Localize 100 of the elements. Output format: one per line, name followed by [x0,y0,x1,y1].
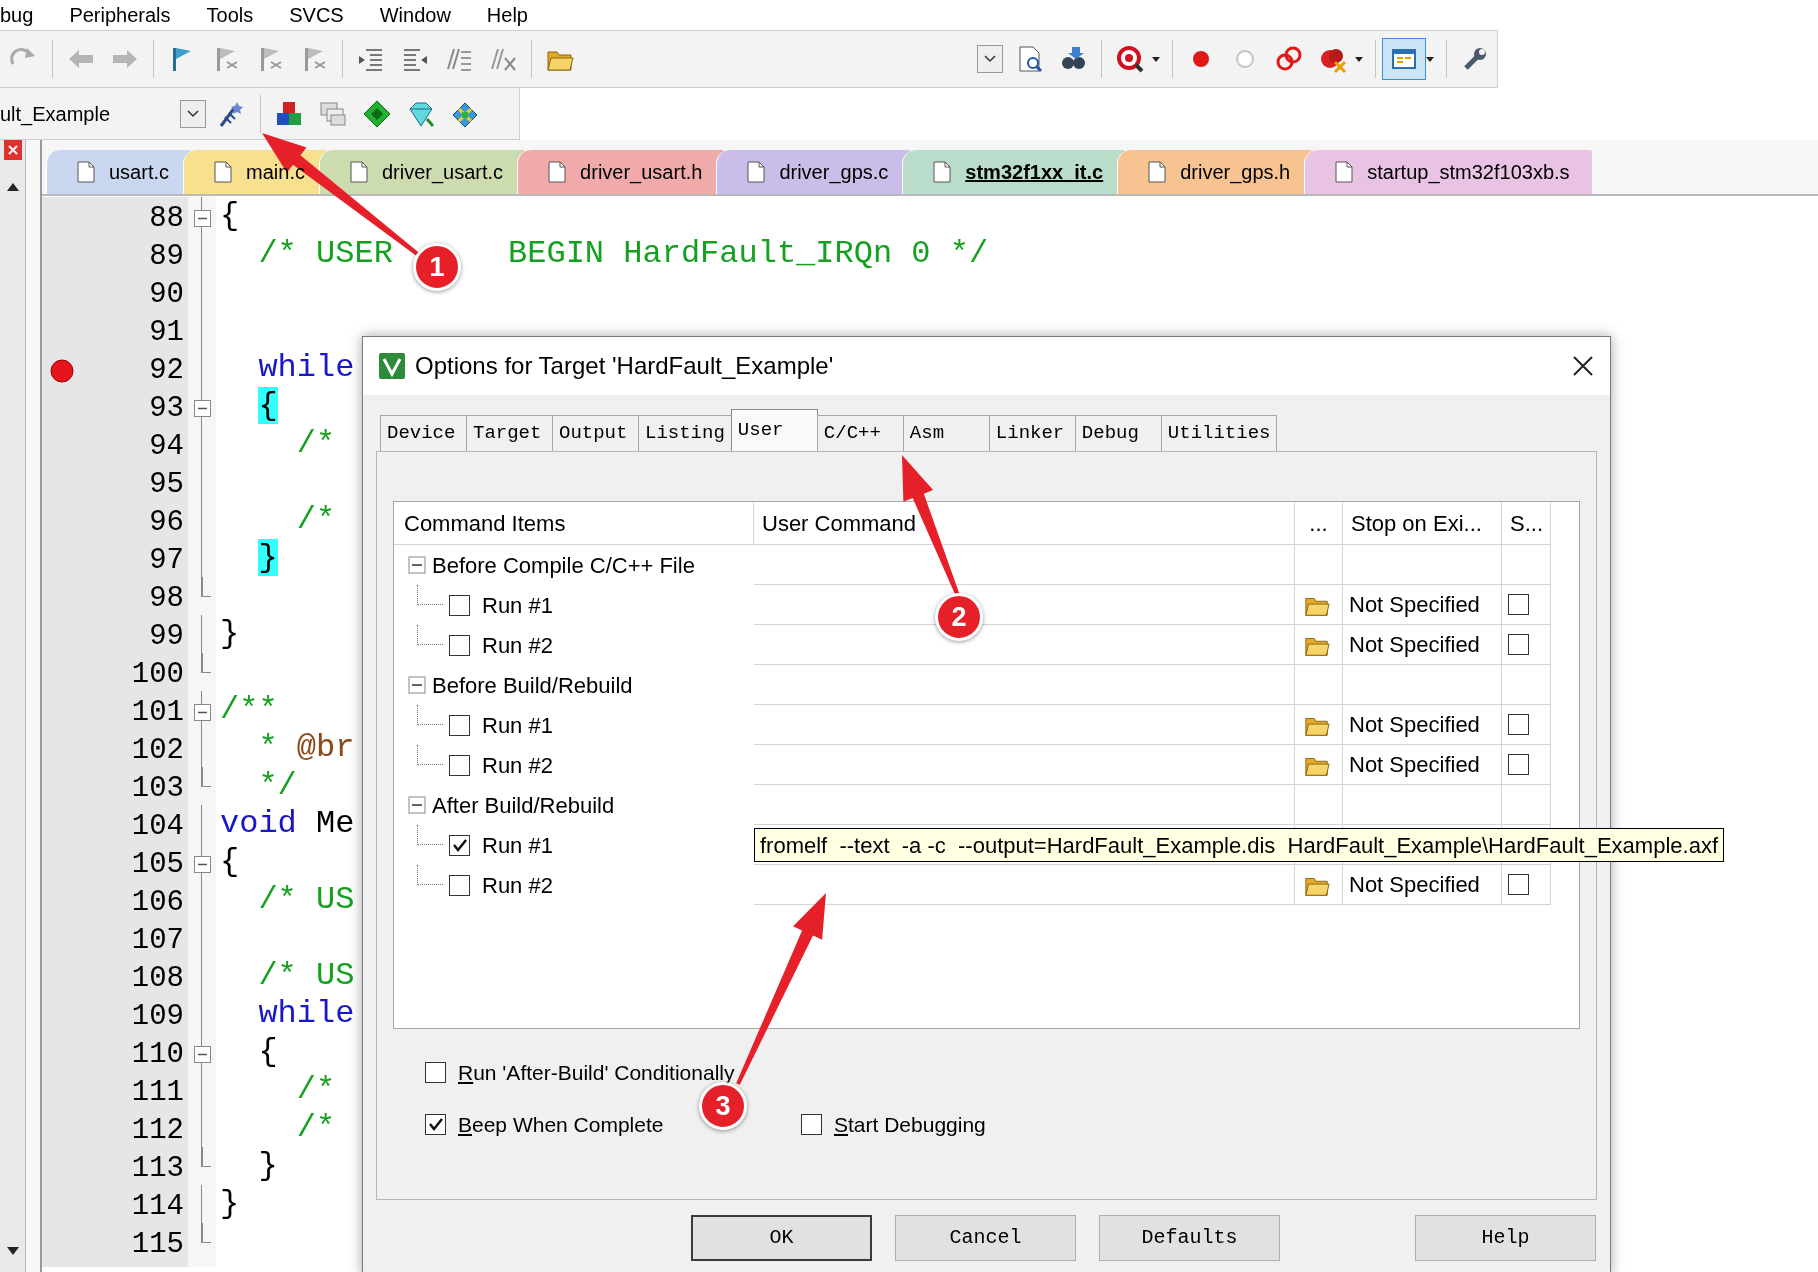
code-text: } [258,539,278,576]
checkbox[interactable] [449,874,470,896]
code-text: /* USER [258,235,393,272]
dialog-button[interactable]: OK [691,1215,872,1261]
group-label: After Build/Rebuild [432,791,615,820]
code-text: while [258,349,355,386]
expander-icon[interactable] [408,796,426,814]
fold-icon[interactable] [193,1046,211,1064]
menu-item[interactable]: Peripherals [69,0,171,30]
caret-icon[interactable] [1355,56,1363,62]
file-tab[interactable]: usart.c [46,150,192,194]
dialog-tab[interactable]: Utilities [1160,415,1278,451]
menu-item[interactable]: Tools [206,0,254,30]
splitter-bar[interactable] [26,140,42,1272]
line-number: 101 [131,695,184,731]
checkbox[interactable] [1508,634,1529,655]
dialog-button[interactable]: Defaults [1099,1215,1280,1261]
checkbox[interactable] [449,754,470,776]
caret-icon[interactable] [1152,56,1160,62]
code-text: /* [296,1071,336,1108]
checkbox[interactable] [1508,874,1529,895]
menu-item[interactable]: Window [379,0,451,30]
checkbox[interactable] [1508,594,1529,615]
file-tab[interactable]: driver_gps.h [1117,150,1313,194]
code-text: /* [296,425,336,462]
tree-connector [417,865,443,885]
fold-icon[interactable] [193,210,211,228]
stop-on-exit-value: Not Specified [1349,711,1480,739]
menu-item[interactable]: Help [486,0,528,30]
line-number: 114 [131,1189,184,1225]
column-header[interactable]: S... [1502,502,1551,545]
expander-icon[interactable] [408,556,426,574]
file-tab[interactable]: driver_usart.c [318,150,526,194]
stop-on-exit-value: Not Specified [1349,751,1480,779]
dialog-tab[interactable]: Device [380,415,467,451]
file-icon [1148,161,1167,183]
chevron-icon[interactable] [984,55,996,63]
code-text: { [220,197,240,234]
option-label: Start Debugging [834,1111,986,1138]
menu-item[interactable]: bug [0,0,34,30]
checkbox[interactable] [425,1062,446,1084]
code-text: { [258,387,278,424]
line-number: 97 [149,543,184,579]
magnifier-icon[interactable] [1115,44,1145,74]
checkbox[interactable] [449,634,470,656]
fold-icon[interactable] [193,856,211,874]
diamond-icon[interactable] [362,98,392,129]
checkbox[interactable] [1508,714,1529,735]
line-number: 89 [149,239,184,275]
close-icon[interactable] [1572,355,1594,377]
line-number: 111 [131,1075,184,1111]
checkbox[interactable] [449,714,470,736]
code-text: @br [296,729,355,766]
file-icon [933,161,952,183]
checkbox[interactable] [425,1113,446,1135]
line-number: 113 [131,1151,184,1187]
line-number: 100 [131,657,184,693]
scrollbar[interactable] [0,140,26,1272]
menu-item[interactable]: SVCS [289,0,344,30]
column-header[interactable]: ... [1295,502,1343,545]
checkbox[interactable] [1508,754,1529,775]
checkbox[interactable] [801,1113,822,1135]
code-text: /* [296,1109,336,1146]
caret-icon[interactable] [1426,56,1434,62]
group-label: Before Compile C/C++ File [432,551,695,580]
tooltip: fromelf --text -a -c --output=HardFault_Example.dis HardFault_Example\HardFault_Example.axf [754,828,1724,862]
code-text: while [258,995,355,1032]
group-label: Before Build/Rebuild [432,671,633,700]
dialog-button[interactable]: Help [1415,1215,1596,1261]
column-header[interactable]: Command Items [394,502,754,545]
caret-icon[interactable] [187,109,199,118]
tree-connector [417,745,443,765]
code-text: BEGIN HardFault_IRQn 0 */ [508,235,989,272]
stop-on-exit-value: Not Specified [1349,631,1480,659]
dialog-tab[interactable]: C/C++ [816,415,904,451]
code-text: /* US [258,957,355,994]
dialog-button[interactable]: Cancel [895,1215,1076,1261]
breakpoint-icon[interactable] [50,358,74,383]
checkbox[interactable] [449,834,470,856]
expander-icon[interactable] [408,676,426,694]
code-text: */ [258,767,297,804]
file-tab[interactable]: driver_usart.h [517,150,725,194]
file-tab[interactable]: stm32f1xx_it.c [902,150,1126,194]
tree-connector [417,825,443,845]
line-number: 88 [149,201,184,237]
app-icon [379,353,405,379]
line-number: 108 [131,961,184,997]
dialog-tab[interactable]: User [730,409,818,451]
fold-icon[interactable] [193,704,211,722]
line-number: 105 [131,847,184,883]
file-icon [349,161,368,183]
stop-on-exit-value: Not Specified [1349,871,1480,899]
fold-icon[interactable] [193,400,211,418]
line-number: 95 [149,467,184,503]
file-tab[interactable]: driver_gps.c [716,150,911,194]
column-header[interactable]: Stop on Exi... [1343,502,1502,545]
file-tab[interactable]: startup_stm32f103xb.s [1304,150,1592,194]
line-number: 107 [131,923,184,959]
checkbox[interactable] [449,594,470,616]
stop-on-exit-value: Not Specified [1349,591,1480,619]
